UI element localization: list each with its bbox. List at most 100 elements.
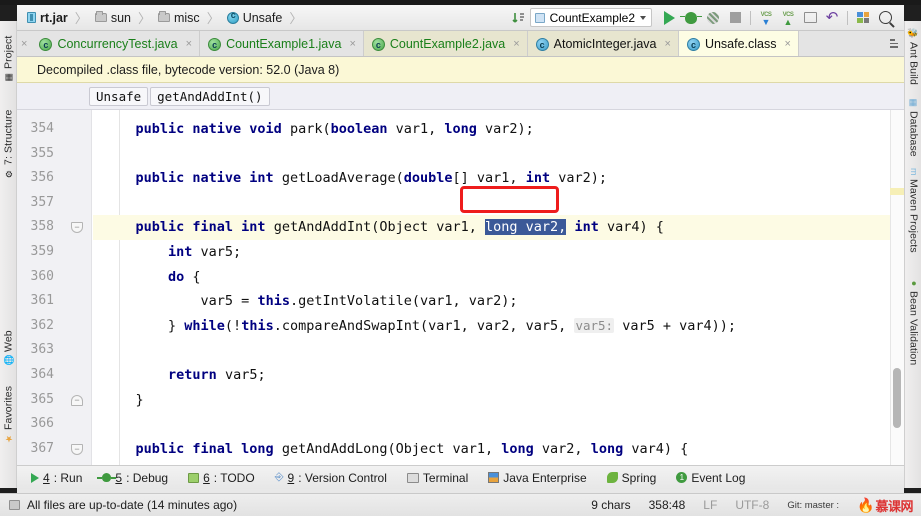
tab-list-icon — [890, 39, 898, 48]
breadcrumb-separator-icon: 〉 — [137, 11, 151, 26]
sidebar-item-bean-validation[interactable]: ● Bean Validation — [905, 275, 921, 381]
code-text-area[interactable]: public native void park(boolean var1, lo… — [93, 110, 904, 465]
status-message: All files are up-to-date (14 minutes ago… — [27, 498, 238, 512]
breadcrumb-class-chip[interactable]: Unsafe — [89, 86, 149, 106]
tab-atomicinteger[interactable]: c AtomicInteger.java × — [527, 31, 679, 56]
code-token: long — [501, 440, 542, 457]
code-line[interactable]: int var5; — [93, 240, 904, 265]
caret-position[interactable]: 358:48 — [649, 498, 686, 512]
sidebar-item-web[interactable]: 🌐 Web — [0, 327, 17, 369]
status-icon — [9, 500, 20, 510]
tool-button-java-enterprise[interactable]: Java Enterprise — [488, 471, 587, 485]
tab-unsafe-class[interactable]: c Unsafe.class × — [678, 31, 799, 56]
sidebar-item-maven-projects[interactable]: m Maven Projects — [905, 165, 921, 267]
java-class-icon: c — [686, 37, 700, 51]
tab-countexample2[interactable]: c CountExample2.java × — [363, 31, 528, 56]
tool-button-event-log[interactable]: 1 Event Log — [676, 471, 745, 485]
code-line[interactable] — [93, 142, 904, 167]
sidebar-item-ant-build[interactable]: 🐝 Ant Build — [905, 25, 921, 87]
file-encoding[interactable]: UTF-8 — [735, 498, 769, 512]
run-with-coverage-button[interactable] — [702, 7, 724, 29]
tab-countexample1[interactable]: c CountExample1.java × — [200, 31, 364, 56]
debug-button[interactable] — [680, 7, 702, 29]
sidebar-item-structure[interactable]: ⚙ 7: Structure — [0, 91, 17, 181]
tool-button-todo[interactable]: 6: TODO — [188, 471, 255, 485]
close-icon[interactable]: × — [513, 38, 519, 50]
tool-button-terminal[interactable]: Terminal — [406, 471, 468, 485]
code-token: var2, — [541, 440, 591, 457]
vcs-update-button[interactable]: VCS ▼ — [755, 7, 777, 29]
fold-toggle-icon[interactable]: − — [71, 443, 83, 455]
close-icon[interactable]: × — [665, 38, 671, 50]
vcs-rollback-button[interactable]: ↶ — [821, 7, 843, 29]
fold-toggle-icon[interactable]: − — [71, 222, 83, 234]
code-line[interactable]: public native void park(boolean var1, lo… — [93, 117, 904, 142]
tool-button-run[interactable]: 4: Run — [31, 471, 82, 485]
breadcrumb-item-unsafe[interactable]: Unsafe — [226, 11, 282, 25]
stop-button[interactable] — [724, 7, 746, 29]
compare-icon — [803, 12, 817, 23]
close-icon[interactable]: × — [186, 38, 192, 50]
breadcrumb: rt.jar 〉 sun 〉 misc 〉 Unsafe 〉 — [17, 8, 309, 27]
tab-options-button[interactable] — [890, 31, 904, 56]
run-button[interactable] — [658, 7, 680, 29]
editor-marker-gutter[interactable] — [890, 110, 904, 465]
tool-button-debug[interactable]: 5: Debug — [97, 470, 168, 485]
watermark-logo: 🔥 慕课网 — [857, 496, 913, 515]
close-icon[interactable]: × — [349, 38, 355, 50]
breadcrumb-item-misc[interactable]: misc — [157, 11, 200, 25]
breadcrumb-separator-icon: 〉 — [74, 11, 88, 26]
editor-gutter[interactable]: 353 354355356357358−35936036136236336436… — [17, 110, 92, 465]
line-separator[interactable]: LF — [703, 498, 717, 512]
code-line[interactable]: } while(!this.compareAndSwapInt(var1, va… — [93, 314, 904, 339]
sidebar-item-database[interactable]: ▦ Database — [905, 95, 921, 157]
breadcrumb-method-chip[interactable]: getAndAddInt() — [150, 86, 270, 106]
vcs-commit-button[interactable]: VCS ▲ — [777, 7, 799, 29]
code-breadcrumb-bar: Unsafe getAndAddInt() — [17, 83, 904, 110]
editor-scrollbar-thumb[interactable] — [893, 368, 901, 428]
breadcrumb-item-sun[interactable]: sun — [94, 11, 131, 25]
code-editor[interactable]: 353 354355356357358−35936036136236336436… — [17, 110, 904, 465]
search-everywhere-button[interactable] — [874, 7, 896, 29]
editor-tab-bar: × c ConcurrencyTest.java × c CountExampl… — [17, 31, 904, 57]
gutter-line: 355 — [17, 142, 92, 167]
settings-button[interactable] — [852, 7, 874, 29]
code-token: int — [574, 219, 607, 236]
tool-button-version-control[interactable]: ⎆ 9: Version Control — [275, 471, 387, 485]
stop-icon — [729, 12, 741, 23]
sync-scroll-icon[interactable] — [508, 7, 530, 29]
line-number: 362 — [30, 317, 54, 333]
tab-concurrencytest[interactable]: c ConcurrencyTest.java × — [31, 31, 201, 56]
close-icon[interactable]: × — [785, 38, 791, 50]
code-token: this — [241, 317, 274, 334]
code-line[interactable] — [93, 191, 904, 216]
code-line[interactable] — [93, 338, 904, 363]
code-line[interactable]: return var5; — [93, 363, 904, 388]
code-token: long — [444, 121, 486, 137]
git-branch-label[interactable]: Git: master : — [787, 500, 839, 511]
code-token: getLoadAverage( — [281, 170, 404, 187]
jee-icon — [488, 472, 500, 483]
gutter-line: 358 − — [17, 215, 92, 240]
fold-toggle-icon[interactable]: − — [71, 394, 83, 406]
code-token: var2); — [558, 170, 607, 187]
sidebar-item-project[interactable]: ▦ Project — [0, 23, 17, 85]
code-line[interactable]: do { — [93, 265, 904, 290]
breadcrumb-item-jar[interactable]: rt.jar — [27, 11, 68, 25]
tool-button-spring[interactable]: Spring — [606, 471, 656, 485]
shortcut-key: 5 — [115, 470, 123, 485]
run-configuration-selector[interactable]: CountExample2 — [529, 8, 652, 27]
tab-label: Unsafe.class — [704, 37, 777, 51]
code-token: int — [168, 244, 201, 260]
code-line[interactable] — [93, 412, 904, 437]
code-line[interactable]: public final long getAndAddLong(Object v… — [93, 437, 904, 462]
code-line[interactable]: public final int getAndAddInt(Object var… — [93, 215, 904, 240]
tab-scroll-indicator: × — [21, 37, 28, 50]
sidebar-item-favorites[interactable]: ★ Favorites — [0, 374, 17, 446]
code-line[interactable]: public native int getLoadAverage(double[… — [93, 166, 904, 191]
code-line[interactable]: } — [93, 388, 904, 413]
sidebar-item-label: 7: Structure — [2, 109, 15, 165]
code-line[interactable]: var5 = this.getIntVolatile(var1, var2); — [93, 289, 904, 314]
vcs-compare-button[interactable] — [799, 7, 821, 29]
